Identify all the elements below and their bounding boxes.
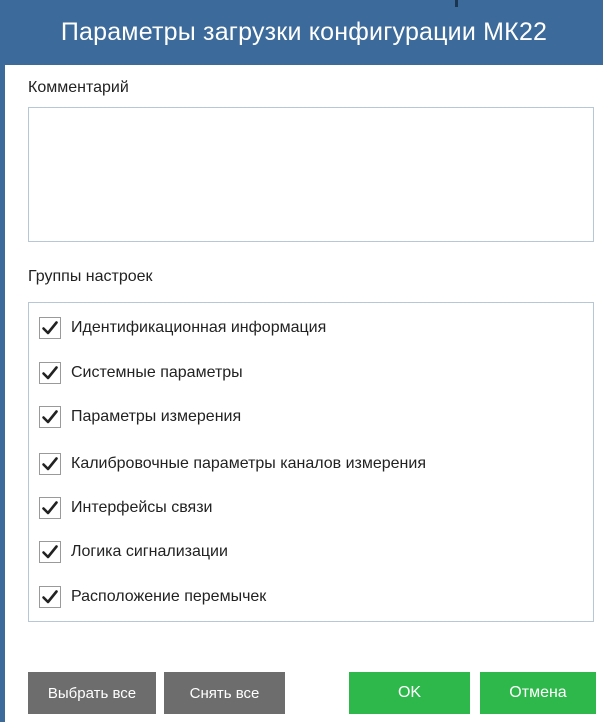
checkmark-icon xyxy=(42,321,58,335)
group-item-label: Логика сигнализации xyxy=(71,543,228,560)
group-item-label: Расположение перемычек xyxy=(71,588,267,605)
group-item-alarm-logic[interactable]: Логика сигнализации xyxy=(39,539,228,565)
group-item-label: Калибровочные параметры каналов измерени… xyxy=(71,455,426,472)
dialog-left-border xyxy=(0,0,5,722)
deselect-all-button[interactable]: Снять все xyxy=(164,672,285,714)
group-item-label: Параметры измерения xyxy=(71,408,242,425)
group-item-measurement[interactable]: Параметры измерения xyxy=(39,404,241,430)
select-all-button[interactable]: Выбрать все xyxy=(28,672,156,714)
comment-label: Комментарий xyxy=(28,79,129,96)
cancel-button[interactable]: Отмена xyxy=(480,672,596,714)
group-item-jumpers[interactable]: Расположение перемычек xyxy=(39,584,266,610)
checkmark-icon xyxy=(42,545,58,559)
checkbox-checked[interactable] xyxy=(39,453,61,475)
group-item-identification[interactable]: Идентификационная информация xyxy=(39,315,326,341)
title-bar-marker xyxy=(455,0,458,7)
checkbox-checked[interactable] xyxy=(39,317,61,339)
dialog-title: Параметры загрузки конфигурации МК22 xyxy=(60,18,548,46)
checkbox-checked[interactable] xyxy=(39,497,61,519)
ok-button[interactable]: OK xyxy=(349,672,470,714)
group-item-label: Идентификационная информация xyxy=(71,319,327,336)
checkmark-icon xyxy=(42,457,58,471)
checkmark-icon xyxy=(42,410,58,424)
checkmark-icon xyxy=(42,590,58,604)
checkbox-checked[interactable] xyxy=(39,406,61,428)
checkbox-checked[interactable] xyxy=(39,541,61,563)
comment-input[interactable] xyxy=(28,107,594,242)
checkmark-icon xyxy=(42,501,58,515)
dialog-title-bar: Параметры загрузки конфигурации МК22 xyxy=(5,0,603,65)
checkmark-icon xyxy=(42,366,58,380)
group-item-label: Интерфейсы связи xyxy=(71,499,213,516)
group-item-system[interactable]: Системные параметры xyxy=(39,360,243,386)
checkbox-checked[interactable] xyxy=(39,586,61,608)
group-item-label: Системные параметры xyxy=(71,364,243,381)
checkbox-checked[interactable] xyxy=(39,362,61,384)
group-item-interfaces[interactable]: Интерфейсы связи xyxy=(39,495,212,521)
settings-groups-list: Идентификационная информация Системные п… xyxy=(28,302,594,622)
groups-label: Группы настроек xyxy=(28,268,153,285)
group-item-calibration[interactable]: Калибровочные параметры каналов измерени… xyxy=(39,451,426,477)
